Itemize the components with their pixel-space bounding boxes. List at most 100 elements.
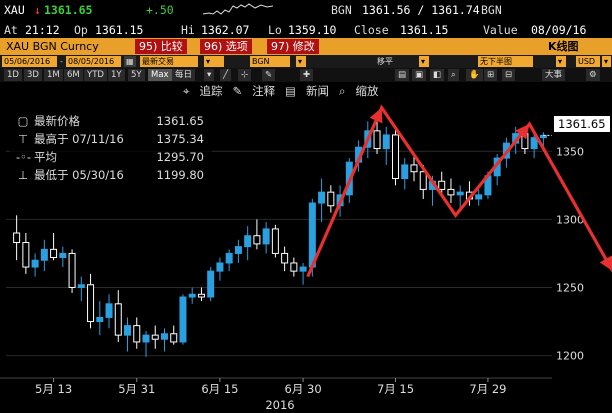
- annotate-button[interactable]: 注释: [252, 83, 275, 99]
- x-year-label: 2016: [265, 398, 294, 412]
- candle-body: [244, 235, 252, 248]
- candle-body: [105, 303, 113, 318]
- function-bar: XAU BGN Curncy 95) 比较 96) 选项 97) 修改 K线图: [0, 38, 612, 55]
- candle-body: [401, 164, 409, 180]
- candle-body: [475, 194, 483, 200]
- period-3d[interactable]: 3D: [24, 69, 42, 81]
- candle-body: [530, 137, 538, 150]
- candle-body: [438, 180, 446, 190]
- candle-body: [114, 303, 122, 336]
- candle-body: [225, 252, 233, 264]
- candle-body: [271, 228, 279, 254]
- events-button[interactable]: 大事: [542, 69, 566, 81]
- pan-label[interactable]: 移平: [375, 56, 395, 67]
- x-tick-label: 7月 29: [469, 382, 506, 396]
- draw-tool-icon[interactable]: ⊹: [238, 69, 252, 81]
- source-dropdown-icon[interactable]: ▾: [296, 56, 306, 67]
- candle-body: [327, 191, 335, 207]
- chart-type-label[interactable]: K线图: [548, 39, 579, 54]
- candle-body: [290, 262, 298, 272]
- draw-line-icon[interactable]: ╱: [220, 69, 232, 81]
- y-tick-label: 1250: [556, 281, 584, 294]
- ticker-symbol[interactable]: XAU: [4, 3, 25, 17]
- candle-body: [77, 284, 85, 288]
- period-5y[interactable]: 5Y: [128, 69, 145, 81]
- legend-row-high: ⊤ 最高于 07/11/16 1375.34: [16, 130, 206, 148]
- high-marker-icon: ⊤: [17, 132, 29, 146]
- trade-type-select[interactable]: 最新交易: [140, 56, 198, 67]
- trade-type-dropdown-icon[interactable]: ▾: [204, 56, 224, 67]
- controls-row: 05/06/2016 - 08/05/2016 ▦ 最新交易 ▾ BGN ▾ 移…: [0, 55, 612, 68]
- last-price-tag: 1361.65: [554, 116, 610, 132]
- candle-body: [22, 242, 30, 268]
- modify-button[interactable]: 97) 修改: [267, 39, 319, 54]
- change-arrow: ↓: [34, 3, 41, 17]
- chart-legend: ▢ 最新价格 1361.65 ⊤ 最高于 07/11/16 1375.34 -◦…: [10, 106, 212, 206]
- trace-button[interactable]: 追踪: [199, 83, 222, 99]
- date-separator: -: [60, 57, 63, 66]
- ask-source: BGN: [481, 3, 502, 17]
- period-row: 1D 3D 1M 6M YTD 1Y 5Y Max 每日 ▾ ╱ ⊹ ✎ ✚ ▤…: [0, 68, 612, 82]
- tool-b-icon[interactable]: ▣: [412, 69, 427, 81]
- candle-body: [447, 188, 455, 196]
- period-6m[interactable]: 6M: [64, 69, 83, 81]
- period-1y[interactable]: 1Y: [108, 69, 125, 81]
- legend-row-avg: -◦- 平均 1295.70: [16, 148, 206, 166]
- x-tick-label: 7月 15: [377, 382, 414, 396]
- period-1d[interactable]: 1D: [4, 69, 22, 81]
- frequency-select[interactable]: 每日: [172, 69, 196, 81]
- candle-body: [262, 228, 270, 245]
- candle-body: [382, 134, 390, 150]
- candle-body: [68, 252, 76, 288]
- lower-panel-select[interactable]: 无下半图: [478, 56, 533, 67]
- start-date-field[interactable]: 05/06/2016: [2, 56, 57, 67]
- candle-body: [234, 246, 242, 254]
- pan-dropdown-icon[interactable]: ▾: [419, 56, 429, 67]
- tool-a-icon[interactable]: ▤: [395, 69, 410, 81]
- calendar-icon[interactable]: ▦: [124, 56, 136, 67]
- currency-dropdown-icon[interactable]: ▾: [602, 56, 611, 67]
- frequency-dropdown-icon[interactable]: ▾: [204, 69, 215, 81]
- candle-body: [96, 316, 104, 323]
- net-change: +.50: [146, 3, 174, 17]
- news-icon[interactable]: ▤: [285, 84, 296, 98]
- trace-icon[interactable]: ⌖: [183, 84, 189, 99]
- zoom-button[interactable]: 缩放: [355, 83, 378, 99]
- source-select[interactable]: BGN: [250, 56, 290, 67]
- news-button[interactable]: 新闻: [306, 83, 329, 99]
- low-label: Lo: [268, 23, 282, 37]
- zoom-icon[interactable]: ✎: [262, 69, 276, 81]
- tool-e-icon[interactable]: ✋: [466, 69, 483, 81]
- x-tick-label: 6月 30: [285, 382, 322, 396]
- tool-f-icon[interactable]: ⊞: [484, 69, 498, 81]
- candle-body: [50, 248, 58, 259]
- period-ytd[interactable]: YTD: [84, 69, 107, 81]
- currency-select[interactable]: USD: [576, 56, 600, 67]
- settings-icon[interactable]: ⚙: [586, 69, 600, 81]
- candle-body: [281, 252, 289, 264]
- end-date-field[interactable]: 08/05/2016: [66, 56, 121, 67]
- tool-c-icon[interactable]: ◧: [430, 69, 445, 81]
- x-tick-label: 5月 31: [118, 382, 155, 396]
- lower-panel-dropdown-icon[interactable]: ▾: [556, 56, 566, 67]
- annotate-icon[interactable]: ✎: [232, 84, 242, 98]
- at-label: At: [4, 23, 18, 37]
- candle-body: [318, 191, 326, 204]
- open-value: 1361.15: [95, 23, 144, 37]
- period-max[interactable]: Max: [148, 69, 172, 81]
- chart-area[interactable]: 1200 1250 1300 1350 5月 13 5月 31 6月 15 6月 30 7月 1…: [0, 82, 612, 413]
- tool-d-icon[interactable]: ⌕: [448, 69, 459, 81]
- period-1m[interactable]: 1M: [44, 69, 63, 81]
- crosshair-icon[interactable]: ✚: [300, 69, 314, 81]
- security-name[interactable]: XAU BGN Curncy: [6, 39, 99, 54]
- legend-row-low: ⊥ 最低于 05/30/16 1199.80: [16, 166, 206, 184]
- candle-body: [40, 248, 48, 261]
- tool-g-icon[interactable]: ⊟: [502, 69, 516, 81]
- zoom-icon-2[interactable]: ⌕: [339, 84, 345, 99]
- legend-label-avg: 平均: [34, 150, 57, 164]
- open-label: Op: [74, 23, 88, 37]
- value-label: Value: [483, 23, 518, 37]
- options-button[interactable]: 96) 选项: [200, 39, 252, 54]
- compare-button[interactable]: 95) 比较: [135, 39, 187, 54]
- x-tick-label: 6月 15: [201, 382, 238, 396]
